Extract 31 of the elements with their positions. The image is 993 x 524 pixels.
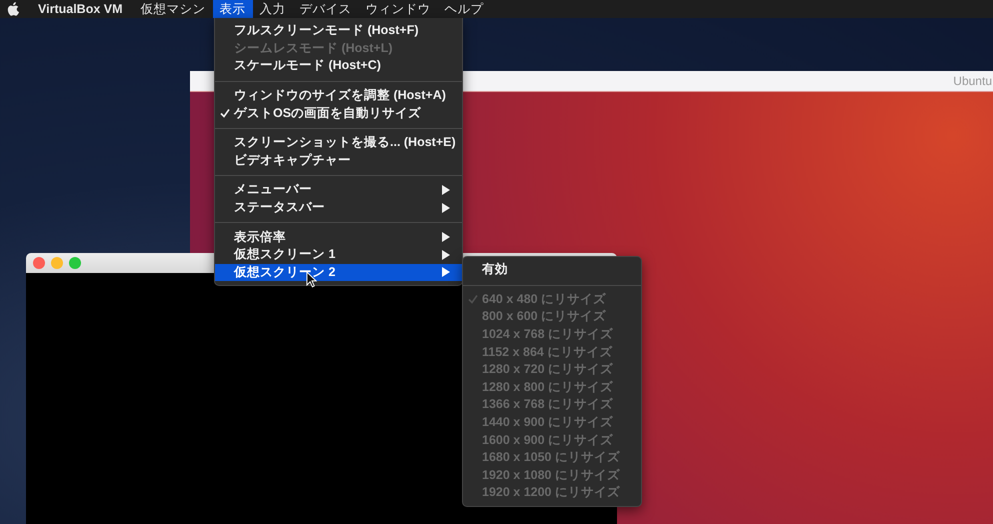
zoom-icon[interactable] <box>69 257 81 269</box>
close-icon[interactable] <box>33 257 45 269</box>
submenu-arrow-icon <box>442 232 450 242</box>
checkmark-icon <box>220 108 230 118</box>
menu-item[interactable]: ビデオキャプチャー <box>215 152 462 170</box>
menu-item[interactable]: ゲストOSの画面を自動リサイズ <box>215 104 462 122</box>
window-title: Ubuntu <box>953 74 993 88</box>
submenu-arrow-icon <box>442 184 450 195</box>
menu-item[interactable]: スケールモード (Host+C) <box>215 57 462 75</box>
menu-item[interactable]: 仮想スクリーン 2 <box>215 264 462 282</box>
menu-bar-item[interactable]: デバイス <box>292 0 359 18</box>
menu-item[interactable]: メニューバー <box>215 181 462 199</box>
menu-item[interactable]: 仮想スクリーン 1 <box>215 246 462 264</box>
checkmark-icon <box>468 294 478 304</box>
menu-bar-item[interactable]: 仮想マシン <box>134 0 213 18</box>
menu-item[interactable]: ウィンドウのサイズを調整 (Host+A) <box>215 86 462 104</box>
menu-bar-item[interactable]: ウィンドウ <box>358 0 438 18</box>
menu-item[interactable]: 表示倍率 <box>215 228 462 246</box>
minimize-icon[interactable] <box>51 257 63 269</box>
menu-item[interactable]: フルスクリーンモード (Host+F) <box>215 22 462 40</box>
menu-item[interactable]: ステータスバー <box>215 198 462 216</box>
menu-item[interactable]: スクリーンショットを撮る... (Host+E) <box>215 134 462 152</box>
menu-bar-item[interactable]: ヘルプ <box>438 0 491 18</box>
menu-bar-item[interactable]: 表示 <box>212 0 253 18</box>
apple-logo-icon[interactable] <box>7 2 19 16</box>
submenu-arrow-icon <box>442 267 450 278</box>
menu-bar-item[interactable]: 入力 <box>252 0 293 18</box>
submenu-arrow-icon <box>442 250 450 260</box>
menu-item[interactable]: 有効 <box>463 261 641 279</box>
menu-bar-item[interactable]: VirtualBox VM <box>31 0 130 18</box>
submenu-arrow-icon <box>442 202 450 213</box>
